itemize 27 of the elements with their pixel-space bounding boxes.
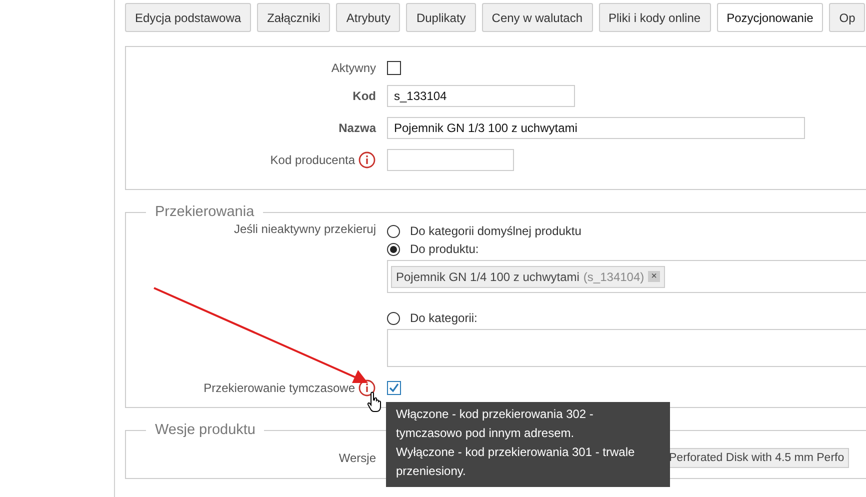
section-legend: Przekierowania	[146, 204, 264, 220]
field-label: Przekierowanie tymczasowe	[204, 381, 355, 395]
radio-label[interactable]: Do kategorii:	[410, 311, 478, 325]
select-field[interactable]: Pojemnik GN 1/4 100 z uchwytami (s_134104) ×	[387, 260, 866, 293]
field-label: Jeśli nieaktywny przekieruj	[234, 222, 376, 236]
field-label: Wersje	[338, 451, 376, 465]
tooltip-text: Wyłączone - kod przekierowania 301 - trwale przeniesiony.	[396, 444, 636, 480]
tab[interactable]: Załączniki	[257, 3, 330, 32]
field-label: Aktywny	[331, 61, 376, 75]
tab[interactable]: Pozycjonowanie	[716, 3, 824, 32]
code-input[interactable]: s_133104	[387, 85, 575, 107]
tooltip-text: Włączone - kod przekierowania 302 - tymczasowo pod innym adresem.	[396, 406, 594, 442]
radio-label[interactable]: Do kategorii domyślnej produktu	[410, 224, 582, 238]
section-legend: Wesje produktu	[146, 422, 264, 438]
tab[interactable]: Ceny w walutach	[482, 3, 593, 32]
field-label: Kod	[352, 89, 376, 103]
field-label: Nazwa	[338, 121, 376, 135]
field-label: Kod producenta	[270, 153, 355, 167]
tab[interactable]: Op	[829, 3, 866, 32]
name-input[interactable]: Pojemnik GN 1/3 100 z uchwytami	[387, 117, 805, 139]
tab[interactable]: Atrybuty	[336, 3, 400, 32]
remove-button[interactable]: ×	[648, 271, 660, 282]
tab[interactable]: Pliki i kody online	[598, 3, 711, 32]
tab[interactable]: Duplikaty	[406, 3, 476, 32]
selected-tag: Pojemnik GN 1/4 100 z uchwytami (s_134104) ×	[391, 266, 665, 288]
tab[interactable]: Edycja podstawowa	[125, 3, 252, 32]
radio-label[interactable]: Do produktu:	[410, 242, 479, 256]
